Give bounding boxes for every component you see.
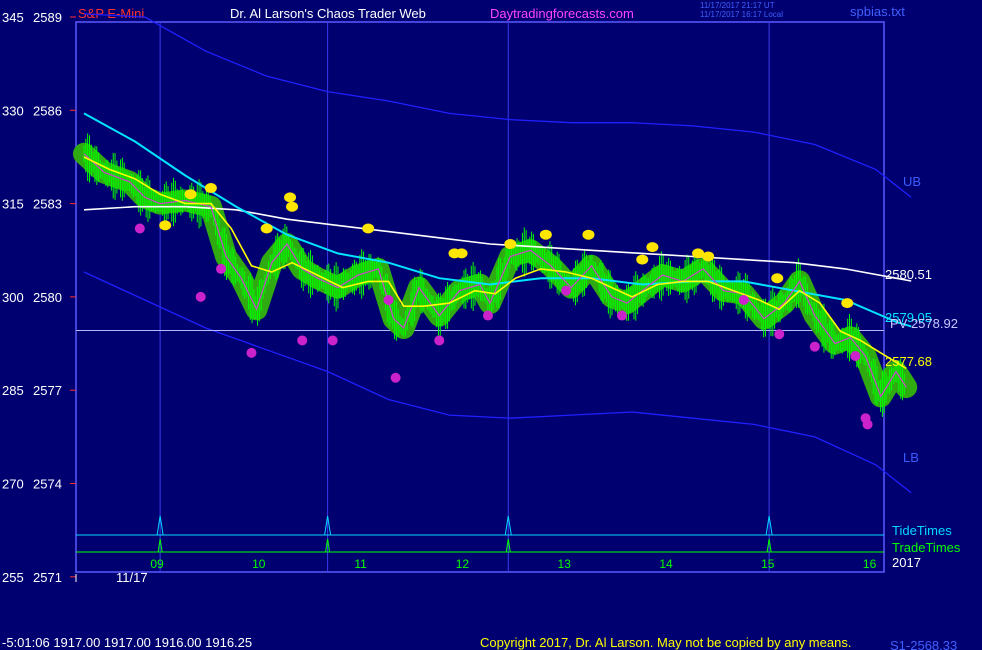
high-dot-3 [260, 223, 273, 234]
long-ma-value: 2580.51 [885, 267, 932, 282]
high-dot-1 [184, 189, 197, 200]
x-tick-label-2: 11 [354, 557, 367, 571]
x-tick-label-1: 10 [252, 557, 266, 571]
low-dot-11 [616, 310, 627, 321]
lb-label: LB [903, 450, 919, 465]
ub-label: UB [903, 174, 921, 189]
x-tick-label-5: 14 [659, 557, 673, 571]
ut-time: 11/17/2017 21:17 UT [700, 1, 775, 10]
low-dot-15 [850, 350, 861, 361]
low-dot-14 [809, 341, 820, 352]
low-dot-6 [383, 295, 394, 306]
x-tick-label-3: 12 [456, 557, 470, 571]
y-right-label-5: 2574 [33, 477, 62, 492]
x-tick-label-7: 16 [863, 557, 877, 571]
low-dot-2 [216, 263, 227, 274]
s1-level: S1-2568.33 [890, 638, 957, 650]
low-dot-7 [390, 372, 401, 383]
y-right-label-6: 2571 [33, 570, 62, 585]
low-dot-9 [482, 310, 493, 321]
high-dot-9 [504, 239, 517, 250]
low-dot-8 [434, 335, 445, 346]
chart-title: Dr. Al Larson's Chaos Trader Web [230, 6, 426, 21]
y-left-label-1: 330 [2, 103, 24, 118]
x-tick-label-0: 09 [150, 557, 164, 571]
x-tick-label-4: 13 [558, 557, 572, 571]
price-chart: S&P E-Mini Dr. Al Larson's Chaos Trader … [0, 0, 982, 650]
low-dot-4 [297, 335, 308, 346]
last-price-label: 2577.68 [885, 354, 932, 369]
year-label: 2017 [892, 555, 921, 570]
low-dot-3 [246, 347, 257, 358]
low-dot-1 [195, 291, 206, 302]
high-dot-8 [455, 248, 468, 259]
low-dot-12 [738, 295, 749, 306]
y-left-label-6: 255 [2, 570, 24, 585]
site-label: Daytradingforecasts.com [490, 6, 634, 21]
high-dot-13 [646, 242, 659, 253]
copyright-notice: Copyright 2017, Dr. Al Larson. May not b… [480, 635, 851, 650]
file-label: spbias.txt [850, 4, 905, 19]
pv-label: PV 2578.92 [890, 316, 958, 331]
high-dot-12 [636, 254, 649, 265]
low-dot-0 [134, 223, 145, 234]
y-left-label-2: 315 [2, 197, 24, 212]
date-label: 11/17 [116, 570, 148, 585]
high-dot-10 [539, 229, 552, 240]
y-right-label-1: 2586 [33, 103, 62, 118]
low-dot-10 [561, 285, 572, 296]
y-left-label-0: 345 [2, 10, 24, 25]
high-dot-2 [204, 183, 217, 194]
low-dot-17 [862, 419, 873, 430]
legend-trade-times: TradeTimes [892, 540, 961, 555]
legend-tide-times: TideTimes [892, 523, 952, 538]
y-left-label-5: 270 [2, 477, 24, 492]
high-dot-4 [284, 192, 297, 203]
y-right-label-4: 2577 [33, 383, 62, 398]
high-dot-16 [771, 273, 784, 284]
y-left-label-3: 300 [2, 290, 24, 305]
high-dot-6 [362, 223, 375, 234]
high-dot-17 [841, 298, 854, 309]
y-left-label-4: 285 [2, 383, 24, 398]
high-dot-11 [582, 229, 595, 240]
low-dot-5 [327, 335, 338, 346]
low-dot-13 [774, 329, 785, 340]
high-dot-0 [159, 220, 172, 231]
y-right-label-0: 2589 [33, 10, 62, 25]
readout-line: -5:01:06 1917.00 1917.00 1916.00 1916.25 [2, 635, 252, 650]
local-time: 11/17/2017 16:17 Local [700, 10, 783, 19]
x-tick-label-6: 15 [761, 557, 775, 571]
high-dot-15 [702, 251, 715, 262]
y-right-label-3: 2580 [33, 290, 62, 305]
high-dot-5 [286, 201, 299, 212]
y-right-label-2: 2583 [33, 197, 62, 212]
